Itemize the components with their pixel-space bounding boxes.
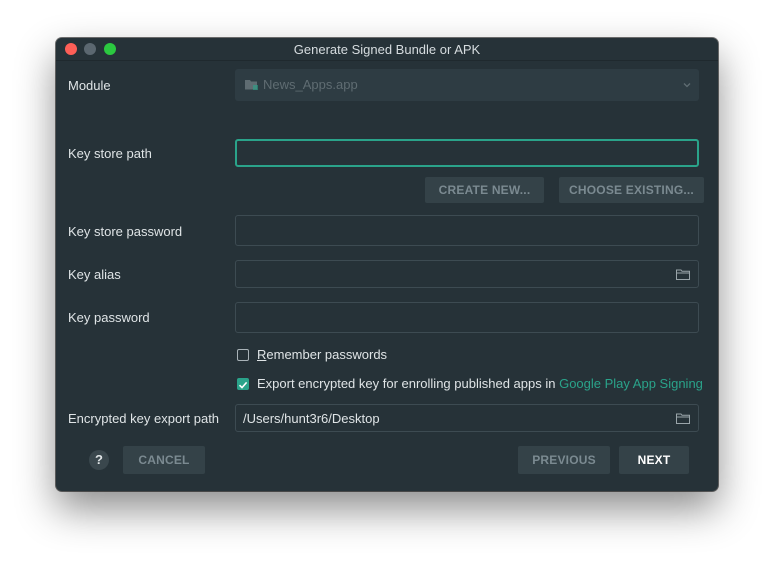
help-button[interactable]: ? [89, 450, 109, 470]
key-password-input[interactable] [235, 302, 699, 333]
export-key-label[interactable]: Export encrypted key for enrolling publi… [257, 376, 703, 391]
window-title: Generate Signed Bundle or APK [293, 42, 481, 57]
chevron-down-icon [683, 83, 691, 88]
folder-icon[interactable] [676, 269, 690, 280]
export-path-input[interactable]: /Users/hunt3r6/Desktop [235, 404, 699, 432]
keystore-password-label: Key store password [68, 224, 183, 239]
key-alias-label: Key alias [68, 267, 121, 282]
module-select[interactable]: News_Apps.app [235, 69, 699, 101]
export-key-checkbox[interactable] [237, 378, 249, 390]
module-label: Module [68, 78, 111, 93]
cancel-button[interactable]: CANCEL [123, 446, 205, 474]
remember-mnemonic: R [257, 347, 267, 362]
key-alias-input[interactable] [235, 260, 699, 288]
key-password-label: Key password [68, 310, 150, 325]
remember-text: emember passwords [266, 347, 388, 362]
previous-button[interactable]: PREVIOUS [518, 446, 610, 474]
keystore-path-input[interactable] [235, 139, 699, 167]
choose-existing-button[interactable]: CHOOSE EXISTING... [559, 177, 704, 203]
module-icon [245, 80, 258, 90]
module-value: News_Apps.app [263, 77, 358, 92]
checkmark-icon [238, 381, 248, 389]
create-new-button[interactable]: CREATE NEW... [425, 177, 544, 203]
export-path-value: /Users/hunt3r6/Desktop [243, 411, 380, 426]
signed-bundle-dialog: Generate Signed Bundle or APK Module New… [56, 38, 718, 491]
keystore-password-input[interactable] [235, 215, 699, 246]
remember-passwords-checkbox[interactable] [237, 349, 249, 361]
next-button[interactable]: NEXT [619, 446, 689, 474]
google-play-signing-link[interactable]: Google Play App Signing [559, 376, 703, 391]
title-bar: Generate Signed Bundle or APK [56, 38, 718, 61]
remember-passwords-label[interactable]: Remember passwords [257, 347, 387, 362]
keystore-path-label: Key store path [68, 146, 152, 161]
folder-icon[interactable] [676, 413, 690, 424]
export-path-label: Encrypted key export path [68, 411, 220, 426]
export-key-text: Export encrypted key for enrolling publi… [257, 376, 560, 391]
